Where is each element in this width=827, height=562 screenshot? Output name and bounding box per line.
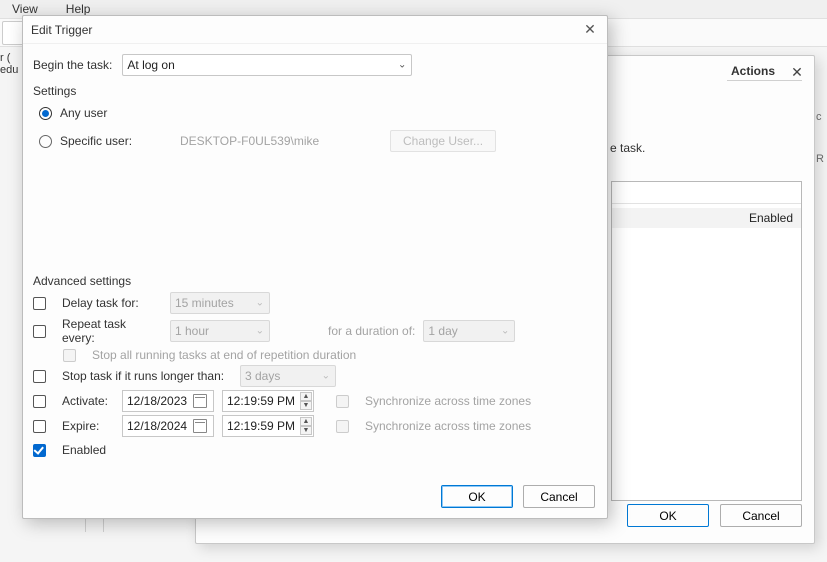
chevron-down-icon: ⌄ bbox=[501, 326, 509, 337]
stop-all-label: Stop all running tasks at end of repetit… bbox=[92, 348, 356, 362]
checkbox-activate[interactable] bbox=[33, 395, 46, 408]
partial-text: e task. bbox=[610, 141, 645, 155]
triggers-grid[interactable]: Status Enabled bbox=[611, 181, 802, 501]
radio-any-user[interactable] bbox=[39, 107, 52, 120]
titlebar: Edit Trigger ✕ bbox=[23, 16, 607, 44]
specific-user-value: DESKTOP-F0UL539\mike bbox=[180, 134, 390, 148]
begin-task-select[interactable]: At log on ⌄ bbox=[122, 54, 412, 76]
cancel-button[interactable]: Cancel bbox=[720, 504, 802, 527]
ok-button[interactable]: OK bbox=[627, 504, 709, 527]
bg-sidebar-text: r ( edu bbox=[0, 52, 22, 92]
right-cutoff-text: c R bbox=[816, 111, 824, 165]
calendar-icon[interactable] bbox=[193, 419, 207, 433]
sync-expire-label: Synchronize across time zones bbox=[365, 419, 531, 433]
delay-select: 15 minutes⌄ bbox=[170, 292, 270, 314]
grid-col-spacer bbox=[612, 182, 827, 203]
checkbox-repeat[interactable] bbox=[33, 325, 46, 338]
cancel-button[interactable]: Cancel bbox=[523, 485, 595, 508]
duration-label: for a duration of: bbox=[328, 324, 415, 338]
activate-time[interactable]: 12:19:59 PM ▲▼ bbox=[222, 390, 314, 412]
chevron-down-icon: ⌄ bbox=[256, 298, 264, 309]
stop-if-select: 3 days⌄ bbox=[240, 365, 336, 387]
checkbox-expire[interactable] bbox=[33, 420, 46, 433]
checkbox-stop-all bbox=[63, 349, 76, 362]
dialog-title: Edit Trigger bbox=[31, 23, 92, 37]
stop-if-label: Stop task if it runs longer than: bbox=[62, 369, 232, 383]
any-user-label: Any user bbox=[60, 106, 107, 120]
radio-specific-user[interactable] bbox=[39, 135, 52, 148]
delay-label: Delay task for: bbox=[62, 296, 162, 310]
repeat-label: Repeat task every: bbox=[62, 317, 162, 345]
ok-button[interactable]: OK bbox=[441, 485, 513, 508]
change-user-button: Change User... bbox=[390, 130, 496, 152]
checkbox-sync-activate bbox=[336, 395, 349, 408]
expire-time[interactable]: 12:19:59 PM ▲▼ bbox=[222, 415, 314, 437]
checkbox-stop-if[interactable] bbox=[33, 370, 46, 383]
settings-section-label: Settings bbox=[33, 84, 597, 98]
chevron-down-icon: ⌄ bbox=[322, 371, 330, 382]
edit-trigger-dialog: Edit Trigger ✕ Begin the task: At log on… bbox=[22, 15, 608, 519]
activate-date[interactable]: 12/18/2023 bbox=[122, 390, 214, 412]
begin-task-label: Begin the task: bbox=[33, 58, 112, 72]
chevron-down-icon: ⌄ bbox=[256, 326, 264, 337]
checkbox-enabled[interactable] bbox=[33, 444, 46, 457]
spinner-icon[interactable]: ▲▼ bbox=[300, 417, 312, 435]
expire-date[interactable]: 12/18/2024 bbox=[122, 415, 214, 437]
advanced-section-label: Advanced settings bbox=[33, 274, 597, 288]
expire-label: Expire: bbox=[62, 419, 114, 433]
grid-cell-status: Enabled bbox=[749, 211, 793, 225]
spinner-icon[interactable]: ▲▼ bbox=[300, 392, 312, 410]
activate-label: Activate: bbox=[62, 394, 114, 408]
begin-task-value: At log on bbox=[127, 58, 174, 72]
repeat-select: 1 hour⌄ bbox=[170, 320, 270, 342]
duration-select: 1 day⌄ bbox=[423, 320, 515, 342]
enabled-label: Enabled bbox=[62, 443, 106, 457]
sync-activate-label: Synchronize across time zones bbox=[365, 394, 531, 408]
checkbox-sync-expire bbox=[336, 420, 349, 433]
checkbox-delay[interactable] bbox=[33, 297, 46, 310]
close-icon[interactable]: ✕ bbox=[581, 21, 599, 39]
specific-user-label: Specific user: bbox=[60, 134, 180, 148]
chevron-down-icon: ⌄ bbox=[398, 60, 406, 71]
calendar-icon[interactable] bbox=[193, 394, 207, 408]
actions-pane-header: Actions bbox=[727, 62, 802, 81]
